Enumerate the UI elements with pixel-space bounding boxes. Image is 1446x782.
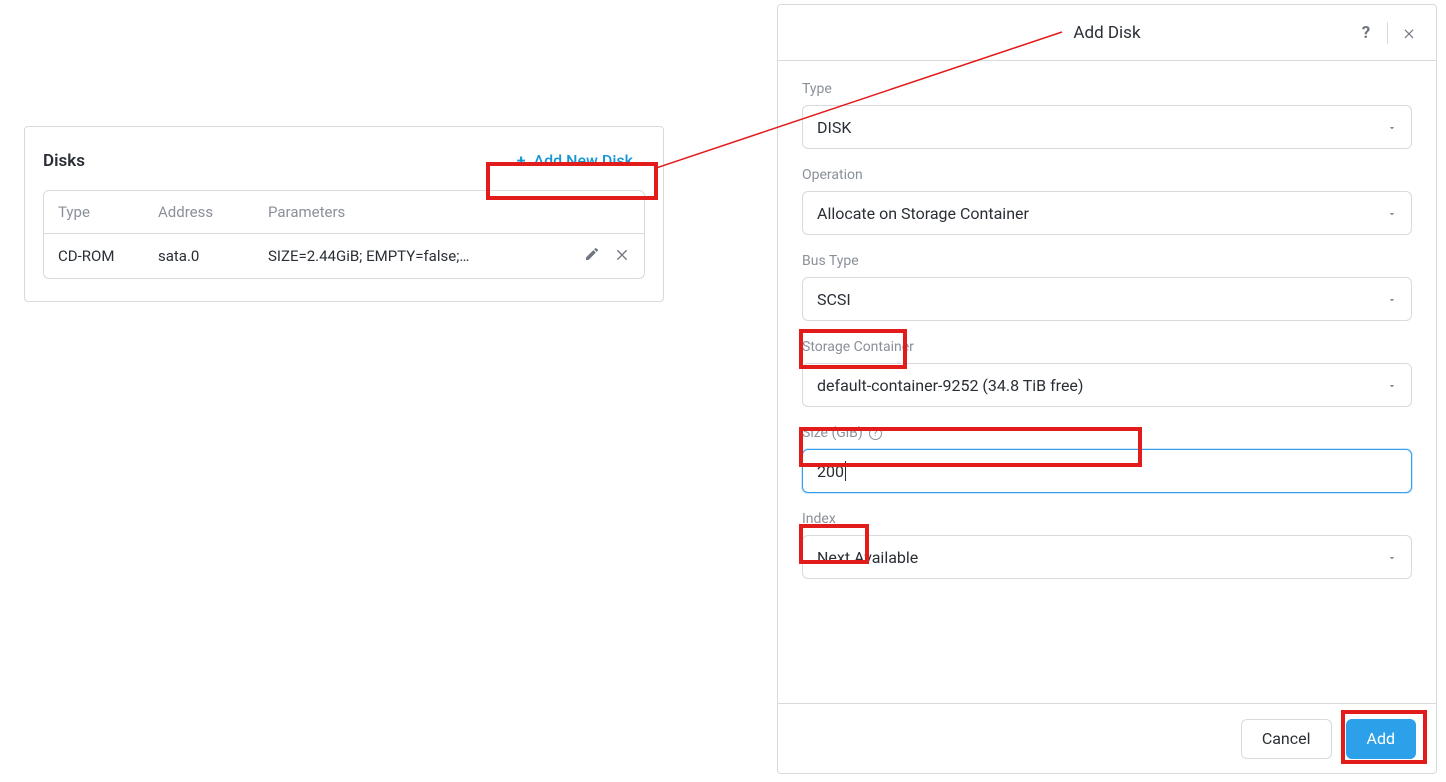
close-icon[interactable] <box>1392 16 1426 50</box>
disks-table-header: Type Address Parameters <box>44 191 644 234</box>
select-type[interactable]: DISK <box>802 105 1412 149</box>
help-icon[interactable]: ? <box>1349 16 1383 50</box>
field-type: Type DISK <box>802 81 1412 149</box>
select-bus-type[interactable]: SCSI <box>802 277 1412 321</box>
chevron-down-icon <box>1387 548 1397 567</box>
cancel-button[interactable]: Cancel <box>1241 719 1332 759</box>
header-divider <box>1387 22 1388 44</box>
label-bus-type: Bus Type <box>802 253 1412 269</box>
chevron-down-icon <box>1387 204 1397 223</box>
col-header-address: Address <box>158 203 268 221</box>
label-type: Type <box>802 81 1412 97</box>
disks-table: Type Address Parameters CD-ROM sata.0 SI… <box>43 190 645 279</box>
delete-icon[interactable] <box>614 246 630 266</box>
disks-title: Disks <box>43 151 85 171</box>
row-actions <box>560 246 630 266</box>
select-operation-value: Allocate on Storage Container <box>817 204 1029 223</box>
label-size-text: Size (GiB) <box>802 425 863 441</box>
disks-panel-header: Disks + Add New Disk <box>43 145 645 176</box>
label-size: Size (GiB) ? <box>802 425 1412 441</box>
cell-parameters: SIZE=2.44GiB; EMPTY=false;… <box>268 247 560 265</box>
select-bus-type-value: SCSI <box>817 290 851 309</box>
chevron-down-icon <box>1387 376 1397 395</box>
col-header-type: Type <box>58 203 158 221</box>
cancel-button-label: Cancel <box>1262 729 1311 748</box>
label-index: Index <box>802 511 1412 527</box>
plus-icon: + <box>517 151 526 170</box>
add-new-disk-button[interactable]: + Add New Disk <box>505 145 645 176</box>
field-storage-container: Storage Container default-container-9252… <box>802 339 1412 407</box>
input-size[interactable]: 200 <box>802 449 1412 493</box>
add-button-label: Add <box>1367 729 1395 748</box>
modal-footer: Cancel Add <box>778 703 1436 773</box>
field-operation: Operation Allocate on Storage Container <box>802 167 1412 235</box>
chevron-down-icon <box>1387 118 1397 137</box>
select-index[interactable]: Next Available <box>802 535 1412 579</box>
cell-address: sata.0 <box>158 247 268 265</box>
col-header-parameters: Parameters <box>268 203 630 221</box>
edit-icon[interactable] <box>584 246 600 266</box>
label-operation: Operation <box>802 167 1412 183</box>
modal-body: Type DISK Operation Allocate on Storage … <box>778 61 1436 703</box>
field-size: Size (GiB) ? 200 <box>802 425 1412 493</box>
modal-header-actions: ? <box>1349 16 1426 50</box>
label-storage-container: Storage Container <box>802 339 1412 355</box>
input-size-value: 200 <box>817 462 844 481</box>
table-row: CD-ROM sata.0 SIZE=2.44GiB; EMPTY=false;… <box>44 234 644 278</box>
text-caret <box>845 461 846 481</box>
help-icon[interactable]: ? <box>869 427 882 440</box>
cell-type: CD-ROM <box>58 247 158 265</box>
field-index: Index Next Available <box>802 511 1412 579</box>
modal-header: Add Disk ? <box>778 5 1436 61</box>
add-disk-modal: Add Disk ? Type DISK Operation Allocate … <box>777 4 1437 774</box>
field-bus-type: Bus Type SCSI <box>802 253 1412 321</box>
select-index-value: Next Available <box>817 548 918 567</box>
modal-title: Add Disk <box>1073 23 1140 43</box>
select-operation[interactable]: Allocate on Storage Container <box>802 191 1412 235</box>
select-storage-container-value: default-container-9252 (34.8 TiB free) <box>817 376 1083 395</box>
add-new-disk-label: Add New Disk <box>534 151 634 170</box>
select-storage-container[interactable]: default-container-9252 (34.8 TiB free) <box>802 363 1412 407</box>
select-type-value: DISK <box>817 118 851 137</box>
add-button[interactable]: Add <box>1346 719 1416 759</box>
chevron-down-icon <box>1387 290 1397 309</box>
disks-panel: Disks + Add New Disk Type Address Parame… <box>24 126 664 302</box>
